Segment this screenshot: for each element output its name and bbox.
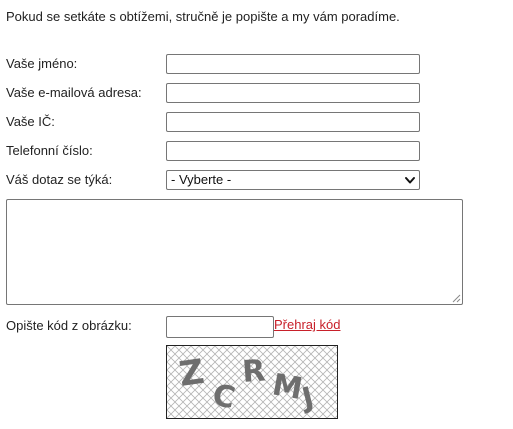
replay-code-link[interactable]: Přehraj kód [274, 317, 340, 333]
chevron-down-icon [405, 177, 415, 184]
email-label: Vaše e-mailová adresa: [6, 85, 142, 100]
captcha-image: ZCRMJ [166, 345, 338, 419]
captcha-letter: R [241, 353, 266, 390]
topic-label: Váš dotaz se týká: [6, 172, 113, 187]
ic-label: Vaše IČ: [6, 114, 55, 129]
name-label: Vaše jméno: [6, 56, 78, 71]
email-field[interactable] [166, 83, 420, 103]
captcha-field[interactable] [166, 316, 274, 338]
captcha-label: Opište kód z obrázku: [6, 318, 132, 333]
topic-select[interactable]: - Vyberte - [166, 170, 420, 190]
resize-grip-icon[interactable] [452, 294, 461, 303]
name-field[interactable] [166, 54, 420, 74]
message-textarea[interactable] [6, 199, 463, 305]
ic-field[interactable] [166, 112, 420, 132]
phone-label: Telefonní číslo: [6, 143, 93, 158]
intro-text: Pokud se setkáte s obtížemi, stručně je … [6, 9, 400, 24]
phone-field[interactable] [166, 141, 420, 161]
topic-selected-value: - Vyberte - [171, 172, 232, 187]
